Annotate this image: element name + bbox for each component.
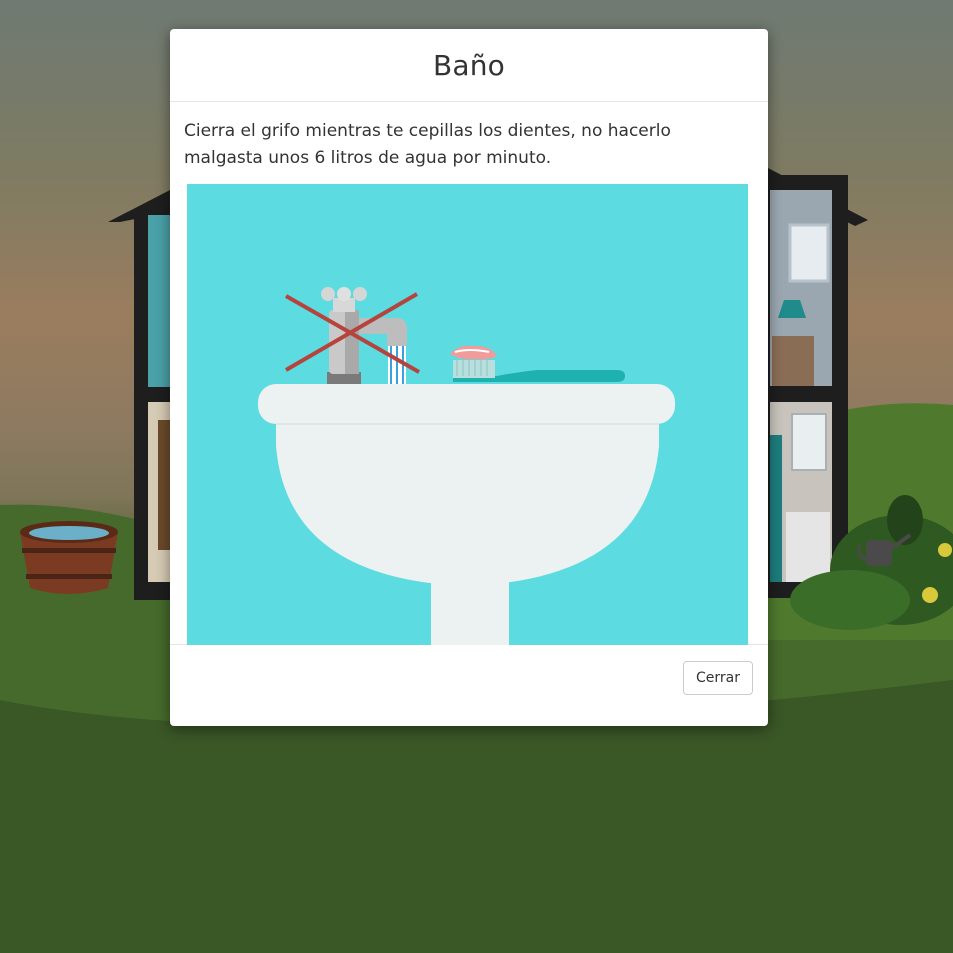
- info-modal: Baño Cierra el grifo mientras te cepilla…: [170, 29, 768, 726]
- modal-header: Baño: [170, 29, 768, 102]
- sink-illustration: [187, 184, 748, 645]
- modal-title: Baño: [432, 48, 506, 82]
- wooden-bucket: [20, 521, 118, 594]
- sink-rim: [258, 384, 675, 424]
- close-button[interactable]: Cerrar: [683, 661, 753, 695]
- modal-footer: Cerrar: [170, 645, 768, 726]
- modal-message: Cierra el grifo mientras te cepillas los…: [184, 121, 671, 168]
